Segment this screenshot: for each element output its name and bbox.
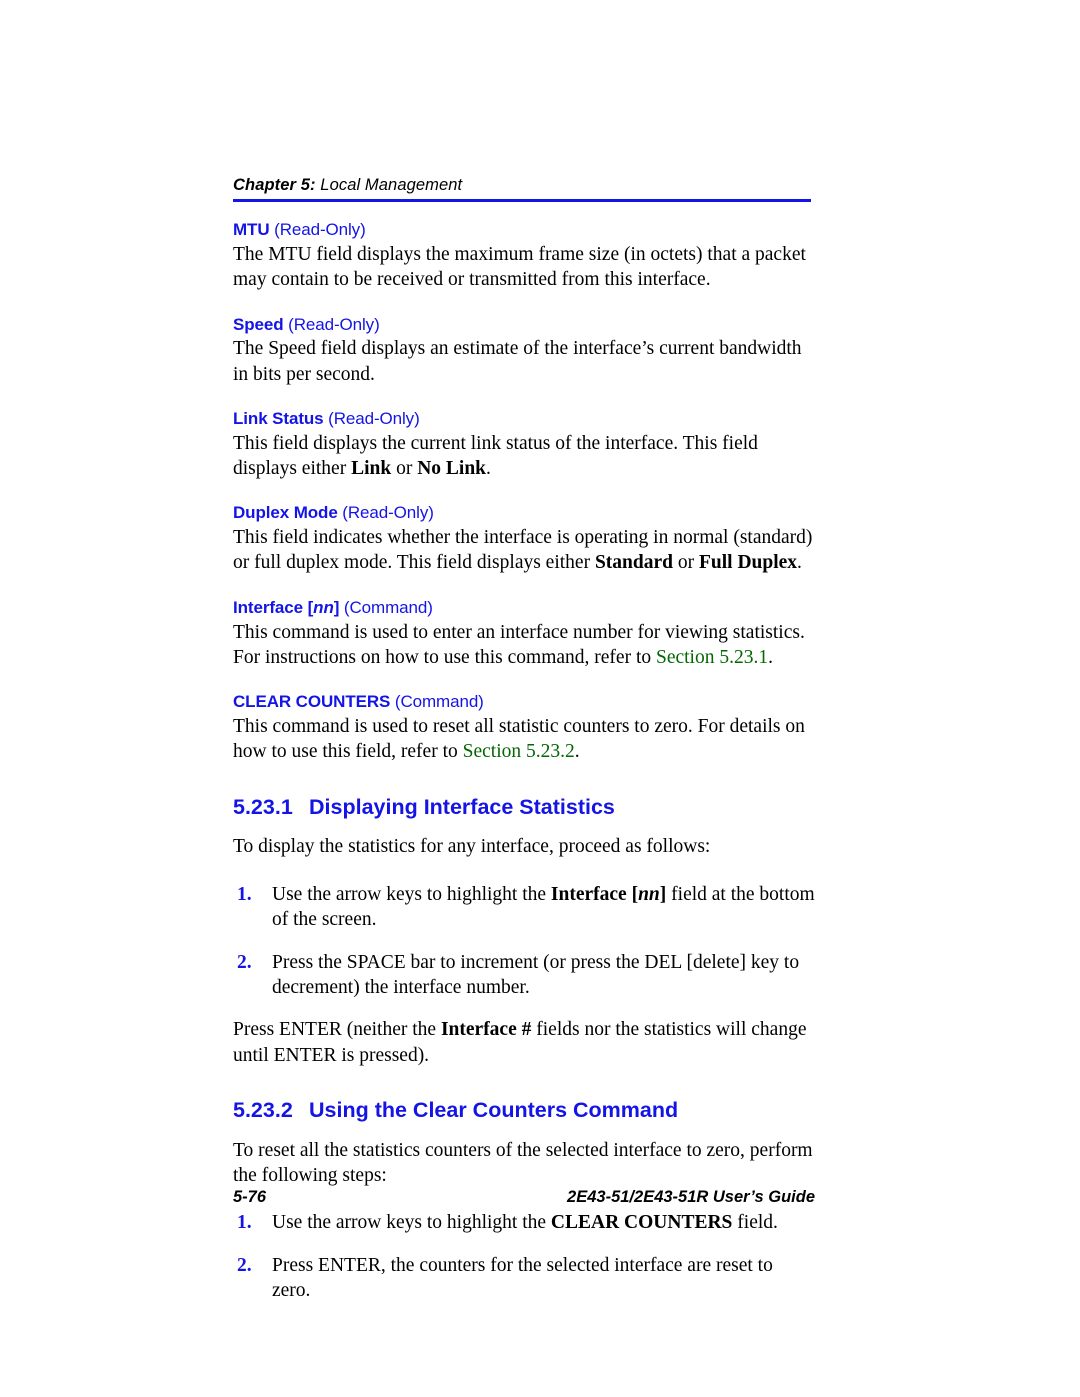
field-name-speed: Speed <box>233 314 284 334</box>
field-kind-link-status: (Read-Only) <box>323 408 420 428</box>
field-name-link-status: Link Status <box>233 408 324 428</box>
field-body-speed-text: The Speed field displays an estimate of … <box>233 338 802 385</box>
list-item-bold-italic: nn <box>638 883 660 905</box>
section-number-5231: 5.23.1 <box>233 794 293 819</box>
field-body-link-status-bold-1: Link <box>351 458 392 480</box>
list-item-bold: CLEAR COUNTERS <box>550 1212 733 1234</box>
field-body-mtu: The MTU field displays the maximum frame… <box>233 242 815 293</box>
list-marker: 2. <box>237 951 252 973</box>
list-marker: 1. <box>237 1212 252 1234</box>
list-marker: 2. <box>237 1254 252 1276</box>
field-body-link-status: This field displays the current link sta… <box>233 431 815 482</box>
page-content: Chapter 5: Local Management MTU (Read-On… <box>233 176 815 1320</box>
list-item: 1. Use the arrow keys to highlight the In… <box>233 882 815 933</box>
section-title-5231: Displaying Interface Statistics <box>309 794 615 819</box>
cross-reference-link-5232[interactable]: Section 5.23.2 <box>463 741 575 762</box>
field-body-speed: The Speed field displays an estimate of … <box>233 336 815 387</box>
field-body-duplex-bold-1: Standard <box>594 552 673 574</box>
field-heading-link-status: Link Status (Read-Only) <box>233 409 815 430</box>
section-closing-pre: Press ENTER (neither the <box>233 1019 441 1041</box>
document-page: Chapter 5: Local Management MTU (Read-On… <box>0 0 1080 1397</box>
field-name-duplex-mode: Duplex Mode <box>233 503 338 523</box>
section-heading-5231: 5.23.1 Displaying Interface Statistics <box>233 795 815 821</box>
list-item-text-post: field. <box>732 1212 778 1234</box>
field-body-link-status-mid: or <box>391 458 418 480</box>
field-kind-speed: (Read-Only) <box>283 314 380 334</box>
field-kind-interface-nn: (Command) <box>339 597 433 617</box>
field-body-duplex-mode: This field indicates whether the interfa… <box>233 525 815 576</box>
section-closing-5231: Press ENTER (neither the Interface # fie… <box>233 1017 815 1068</box>
list-item-text-pre: Use the arrow keys to highlight the <box>272 1212 551 1234</box>
list-item: 1. Use the arrow keys to highlight the CL… <box>233 1210 815 1235</box>
field-body-link-status-post: . <box>486 458 491 480</box>
steps-list-5232: 1. Use the arrow keys to highlight the CL… <box>233 1210 815 1303</box>
field-body-link-status-pre: This field displays the current link sta… <box>233 432 758 480</box>
field-name-interface-nn: Interface [nn] <box>233 598 339 617</box>
section-intro-5231-text: To display the statistics for any interf… <box>233 836 711 858</box>
list-item-text-pre: Press the SPACE bar to increment (or pre… <box>272 951 800 998</box>
field-body-duplex-post: . <box>797 552 802 574</box>
footer-page-number: 5-76 <box>233 1188 267 1206</box>
header-rule <box>233 199 811 203</box>
chapter-label: Chapter 5: <box>233 176 316 194</box>
section-intro-5231: To display the statistics for any interf… <box>233 834 815 859</box>
footer-guide-title: 2E43-51/2E43-51R User’s Guide <box>567 1188 815 1206</box>
list-item-text-pre: Press ENTER, the counters for the select… <box>272 1254 773 1302</box>
field-heading-duplex-mode: Duplex Mode (Read-Only) <box>233 503 815 524</box>
field-kind-clear-counters: (Command) <box>390 692 484 712</box>
steps-list-5231: 1. Use the arrow keys to highlight the In… <box>233 882 815 1000</box>
section-number-5232: 5.23.2 <box>233 1097 293 1122</box>
field-name-mtu: MTU <box>233 220 270 240</box>
field-kind-mtu: (Read-Only) <box>269 220 366 240</box>
field-body-clear-counters: This command is used to reset all statis… <box>233 714 815 765</box>
section-intro-5232-text: To reset all the statistics counters of … <box>233 1139 813 1187</box>
field-heading-speed: Speed (Read-Only) <box>233 315 815 336</box>
field-name-clear-counters: CLEAR COUNTERS <box>233 692 391 712</box>
field-body-duplex-bold-2: Full Duplex <box>698 552 798 574</box>
running-header: Chapter 5: Local Management <box>233 176 815 199</box>
chapter-title: Local Management <box>315 176 463 194</box>
page-footer: 5-76 2E43-51/2E43-51R User’s Guide <box>233 1188 815 1207</box>
field-heading-mtu: MTU (Read-Only) <box>233 220 815 241</box>
field-body-interface-nn: This command is used to enter an interfa… <box>233 620 815 671</box>
field-body-clear-post: . <box>574 741 580 763</box>
field-name-interface-italic: nn <box>313 597 334 617</box>
field-body-mtu-text: The MTU field displays the maximum frame… <box>233 243 806 291</box>
field-heading-interface-nn: Interface [nn] (Command) <box>233 598 815 619</box>
list-item: 2. Press ENTER, the counters for the sele… <box>233 1253 815 1304</box>
section-intro-5232: To reset all the statistics counters of … <box>233 1138 815 1189</box>
cross-reference-link-5231[interactable]: Section 5.23.1 <box>656 647 768 668</box>
field-heading-clear-counters: CLEAR COUNTERS (Command) <box>233 692 815 713</box>
field-body-link-status-bold-2: No Link <box>417 458 487 480</box>
field-kind-duplex-mode: (Read-Only) <box>337 503 434 523</box>
field-name-interface-pre: Interface [ <box>233 597 314 617</box>
list-item-text-pre: Use the arrow keys to highlight the <box>272 883 551 905</box>
field-body-duplex-mid: or <box>672 552 699 574</box>
list-marker: 1. <box>237 883 252 905</box>
section-title-5232: Using the Clear Counters Command <box>309 1097 679 1122</box>
field-body-interface-post: . <box>768 646 773 668</box>
list-item: 2. Press the SPACE bar to increment (or p… <box>233 950 815 1001</box>
list-item-bold-pre: Interface [ <box>550 883 639 905</box>
section-heading-5232: 5.23.2 Using the Clear Counters Command <box>233 1098 815 1124</box>
section-closing-bold: Interface # <box>440 1019 532 1041</box>
